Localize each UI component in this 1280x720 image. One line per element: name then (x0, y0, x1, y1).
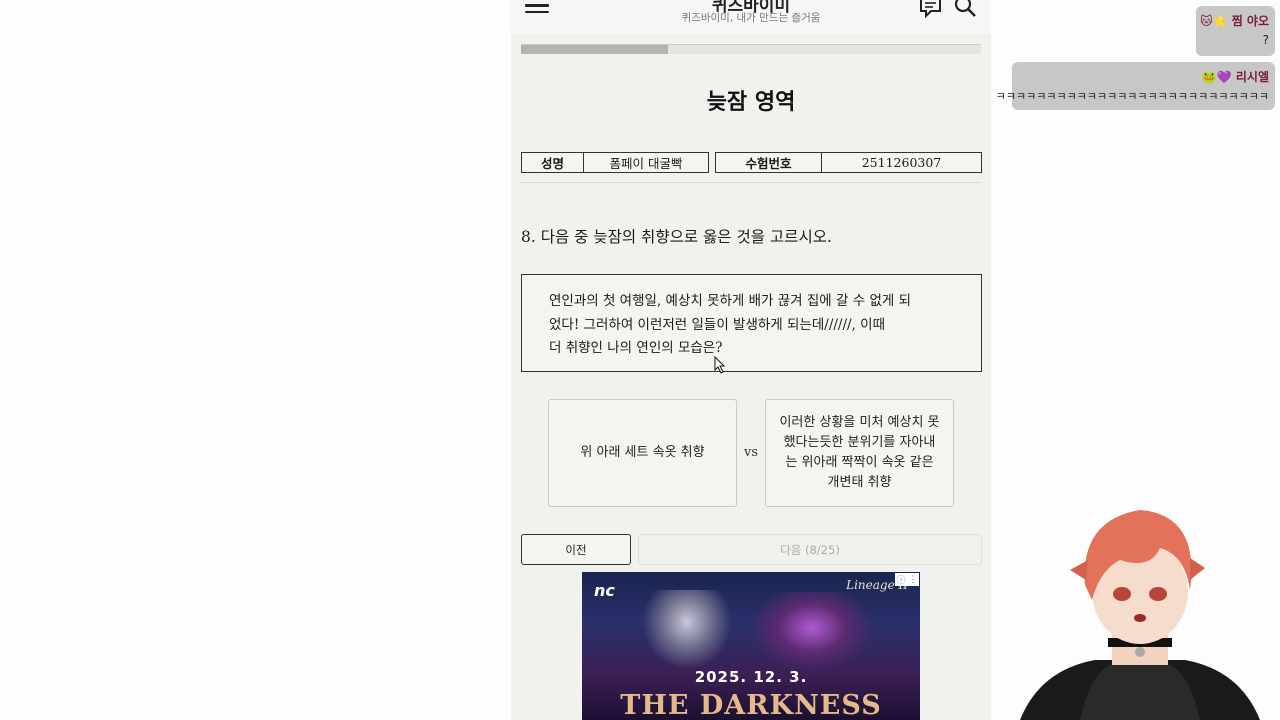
chat-icon[interactable] (919, 0, 943, 19)
ad-choices-icon[interactable]: ⓘ ⋮ (895, 573, 919, 586)
name-label: 성명 (521, 152, 584, 173)
chat-username: 🐱⭐ 찜 야오 (1200, 14, 1269, 28)
passage-line: 더 취향인 나의 연인의 모습은? (549, 340, 723, 356)
prev-button[interactable]: 이전 (521, 534, 631, 565)
passage-line: 연인과의 첫 여행일, 예상치 못하게 배가 끊겨 집에 갈 수 없게 되 (549, 293, 911, 309)
choice-a-button[interactable]: 위 아래 세트 속옷 취향 (548, 399, 737, 507)
exam-number-label: 수험번호 (715, 152, 822, 173)
exam-number-value: 2511260307 (821, 152, 982, 173)
chat-text: ㅋㅋㅋㅋㅋㅋㅋㅋㅋㅋㅋㅋㅋㅋㅋㅋㅋㅋㅋㅋㅋㅋㅋㅋㅋㅋㅋ (995, 90, 1269, 103)
top-bar: 퀴즈바이미 퀴즈바이미, 내가 만드는 즐거움 (511, 0, 991, 34)
chat-text: ? (1262, 33, 1269, 47)
chat-message: 🐱⭐ 찜 야오 ? (1196, 6, 1275, 56)
ad-character-right (752, 592, 872, 672)
choice-a-label: 위 아래 세트 속옷 취향 (580, 445, 705, 460)
name-value: 폼페이 대굴빡 (583, 152, 709, 173)
choice-b-label: 이러한 상황을 미처 예상치 못했다는듯한 분위기를 자아내는 위아래 짝짝이 … (779, 415, 940, 490)
progress-fill (521, 45, 669, 54)
next-button[interactable]: 다음 (8/25) (638, 534, 982, 565)
ad-banner[interactable]: nc Lineage II ⓘ ⋮ 2025. 12. 3. THE DARKNE… (582, 572, 920, 720)
section-title: 늦잠 영역 (706, 90, 796, 115)
passage-box: 연인과의 첫 여행일, 예상치 못하게 배가 끊겨 집에 갈 수 없게 되 었다… (521, 274, 982, 372)
examinee-info-table: 성명 폼페이 대굴빡 수험번호 2511260307 (521, 152, 982, 173)
ad-headline: THE DARKNESS (620, 690, 882, 720)
quiz-page: 퀴즈바이미 퀴즈바이미, 내가 만드는 즐거움 늦잠 영역 성명 폼페이 대굴빡… (511, 0, 991, 720)
chat-username: 🐸💜 리시엘 (1201, 70, 1269, 84)
passage-line: 었다! 그러하여 이런저런 일들이 발생하게 되는데//////, 이때 (549, 316, 885, 333)
progress-bar (521, 44, 981, 54)
search-icon[interactable] (954, 0, 978, 18)
vs-label: vs (744, 445, 759, 460)
choice-b-button[interactable]: 이러한 상황을 미처 예상치 못했다는듯한 분위기를 자아내는 위아래 짝짝이 … (765, 399, 954, 507)
chat-message: 🐸💜 리시엘 ㅋㅋㅋㅋㅋㅋㅋㅋㅋㅋㅋㅋㅋㅋㅋㅋㅋㅋㅋㅋㅋㅋㅋㅋㅋㅋㅋ (996, 62, 1275, 110)
mouse-cursor-icon (714, 355, 726, 378)
question-text: 8. 다음 중 늦잠의 취향으로 옳은 것을 고르시오. (521, 228, 832, 246)
ad-character-left (642, 590, 732, 670)
streamer-avatar (1000, 500, 1280, 720)
ad-logo: nc (594, 581, 615, 600)
ad-date: 2025. 12. 3. (694, 668, 808, 686)
divider (521, 182, 981, 183)
